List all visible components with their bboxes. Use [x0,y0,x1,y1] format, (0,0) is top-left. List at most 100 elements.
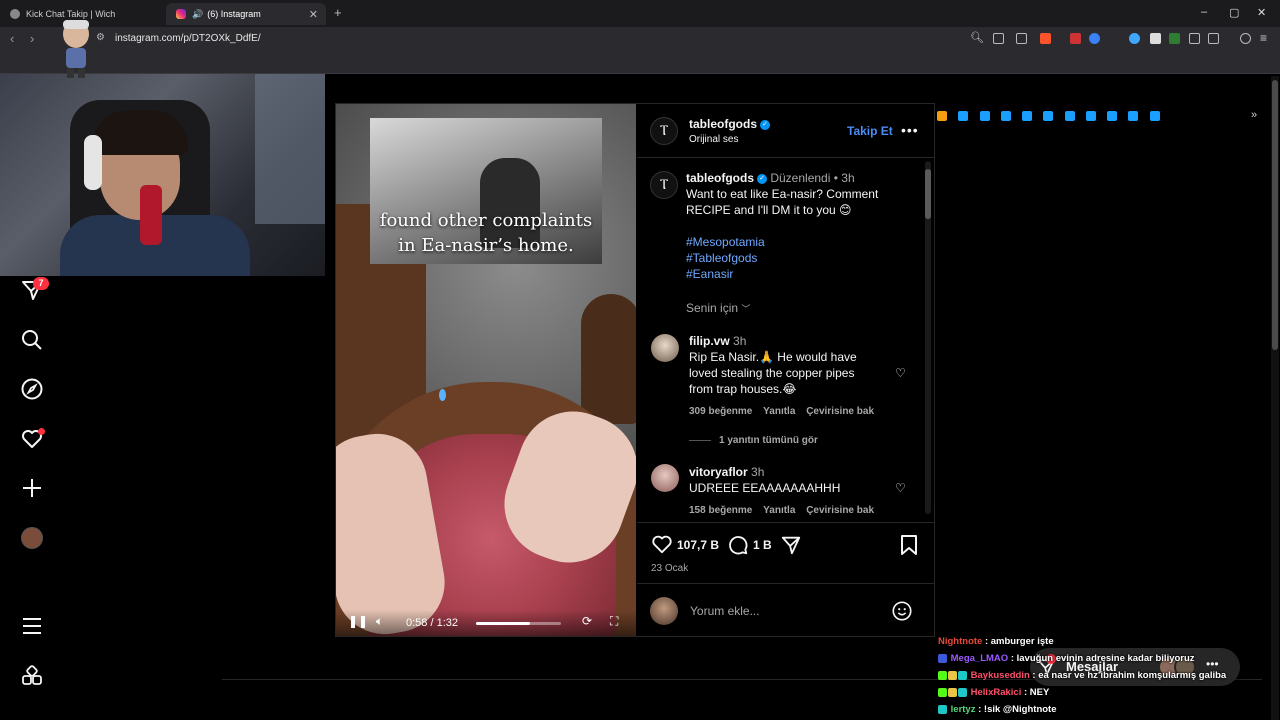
steam-icon[interactable] [1128,111,1138,121]
site-info-icon[interactable]: ⚙ [96,32,105,43]
author-avatar[interactable]: Ⲧ [650,117,678,145]
sort-dropdown[interactable]: Senin için ﹀ [686,301,750,315]
like-count[interactable]: 107,7 B [677,538,719,552]
steam-icon[interactable] [958,111,968,121]
chat-message: Nightnote : amburger işte [938,636,1054,647]
menu-icon[interactable]: ≡ [1260,31,1267,45]
bookmark-icon[interactable] [937,111,947,121]
webcam-hair [92,110,188,155]
post-video[interactable]: found other complaints in Ea-nasir’s hom… [336,104,636,636]
extension-icon[interactable] [1070,33,1081,44]
comments-scrollbar[interactable] [925,161,931,514]
create-plus-icon[interactable] [20,476,44,500]
commenter-avatar[interactable] [651,334,679,362]
comment-likes[interactable]: 158 beğenme [689,505,752,516]
extensions-puzzle-icon[interactable] [1189,33,1200,44]
comment-meta: 158 beğenme Yanıtla Çevirisine bak [689,505,874,516]
hashtag-link[interactable]: #Tableofgods [686,250,916,266]
extension-icon[interactable] [1089,33,1100,44]
video-caption: found other complaints in Ea-nasir’s hom… [336,208,636,258]
view-replies-label[interactable]: 1 yanıtın tümünü gör [719,435,818,446]
tab-instagram[interactable]: 🔊 (6) Instagram ✕ [166,3,326,25]
microphone-icon [140,185,162,245]
tab-title: (6) Instagram [207,9,261,19]
maximize-button[interactable]: ▢ [1229,6,1239,19]
comments-scroll-thumb[interactable] [925,169,931,219]
profile-avatar[interactable] [21,527,43,549]
reply-button[interactable]: Yanıtla [763,505,795,516]
page-scrollbar[interactable] [1271,76,1279,720]
extension-icon[interactable] [1169,33,1180,44]
steam-icon[interactable] [1107,111,1117,121]
commenter-name[interactable]: vitoryaflor [689,465,748,479]
cast-icon[interactable] [993,33,1004,44]
separator: • [833,171,838,185]
more-menu-icon[interactable] [20,614,44,638]
pause-icon[interactable]: ❚❚ [348,614,368,628]
like-heart-icon[interactable] [651,534,673,554]
sidebar-toggle-icon[interactable] [1208,33,1219,44]
caption-author[interactable]: tableofgods [686,171,754,185]
translate-button[interactable]: Çevirisine bak [806,505,874,516]
commenter-name[interactable]: filip.vw [689,334,730,348]
caption-author-avatar[interactable]: Ⲧ [650,171,678,199]
streamer-webcam [0,74,325,276]
fullscreen-icon[interactable]: ⛶ [610,614,618,629]
extension-icon[interactable] [1150,33,1161,44]
threads-apps-icon[interactable] [20,664,44,688]
hashtag-link[interactable]: #Eanasir [686,266,916,282]
more-options-icon[interactable]: ••• [901,122,919,138]
emoji-icon[interactable] [891,600,913,622]
notification-badge: 7 [33,277,49,290]
audio-label[interactable]: Orijinal ses [689,134,738,145]
close-window-button[interactable]: ✕ [1257,6,1266,19]
url-field[interactable]: instagram.com/p/DT2OXk_DdfE/ [115,33,261,44]
more-options-icon[interactable]: ••• [1206,657,1219,671]
comment-like-icon[interactable]: ♡ [895,366,906,380]
page-scroll-thumb[interactable] [1272,80,1278,350]
comment-count[interactable]: 1 B [753,538,772,552]
steam-icon[interactable] [1150,111,1160,121]
new-tab-button[interactable]: + [334,5,342,20]
forward-button[interactable]: › [30,31,34,46]
comment-input[interactable]: Yorum ekle... [690,604,760,618]
user-avatar[interactable] [650,597,678,625]
steam-icon[interactable] [1065,111,1075,121]
steam-icon[interactable] [1043,111,1053,121]
steam-icon[interactable] [1001,111,1011,121]
more-bookmarks-icon[interactable]: » [1251,109,1257,121]
reply-button[interactable]: Yanıtla [763,406,795,417]
steam-icon[interactable] [1022,111,1032,121]
minimize-button[interactable]: – [1201,6,1207,18]
replay-icon[interactable]: ⟳ [582,614,592,628]
brave-shield-icon[interactable] [1040,33,1051,44]
hashtag-link[interactable]: #Mesopotamia [686,234,916,250]
comment-likes[interactable]: 309 beğenme [689,406,752,417]
save-bookmark-icon[interactable] [899,534,919,556]
chat-username: lertyz [950,704,976,715]
volume-icon[interactable]: 🔈︎ [376,614,383,629]
close-tab-icon[interactable]: ✕ [309,8,318,21]
explore-icon[interactable] [20,377,44,401]
back-button[interactable]: ‹ [10,31,14,46]
steam-icon[interactable] [1086,111,1096,121]
chat-text: : lavuğun evinin adresine kadar biliyoru… [1010,653,1195,664]
follow-button[interactable]: Takip Et [847,124,893,138]
translate-button[interactable]: Çevirisine bak [806,406,874,417]
extension-icon[interactable] [1129,33,1140,44]
search-icon[interactable] [20,328,44,352]
share-icon[interactable] [1016,33,1027,44]
comment-bubble-icon[interactable] [727,534,749,556]
view-replies[interactable]: 1 yanıtın tümünü gör [689,435,818,446]
zoom-icon[interactable]: 🔍︎ [970,31,984,44]
steam-icon[interactable] [980,111,990,121]
comment-like-icon[interactable]: ♡ [895,481,906,495]
share-send-icon[interactable] [780,534,802,556]
author-name[interactable]: tableofgods ✓ [689,117,770,131]
media-icon[interactable] [1240,33,1251,44]
instagram-icon [176,9,186,19]
chat-username: HelixRakici [970,687,1022,698]
commenter-avatar[interactable] [651,464,679,492]
author-username[interactable]: tableofgods [689,117,757,131]
video-progress-bar[interactable] [476,622,561,625]
